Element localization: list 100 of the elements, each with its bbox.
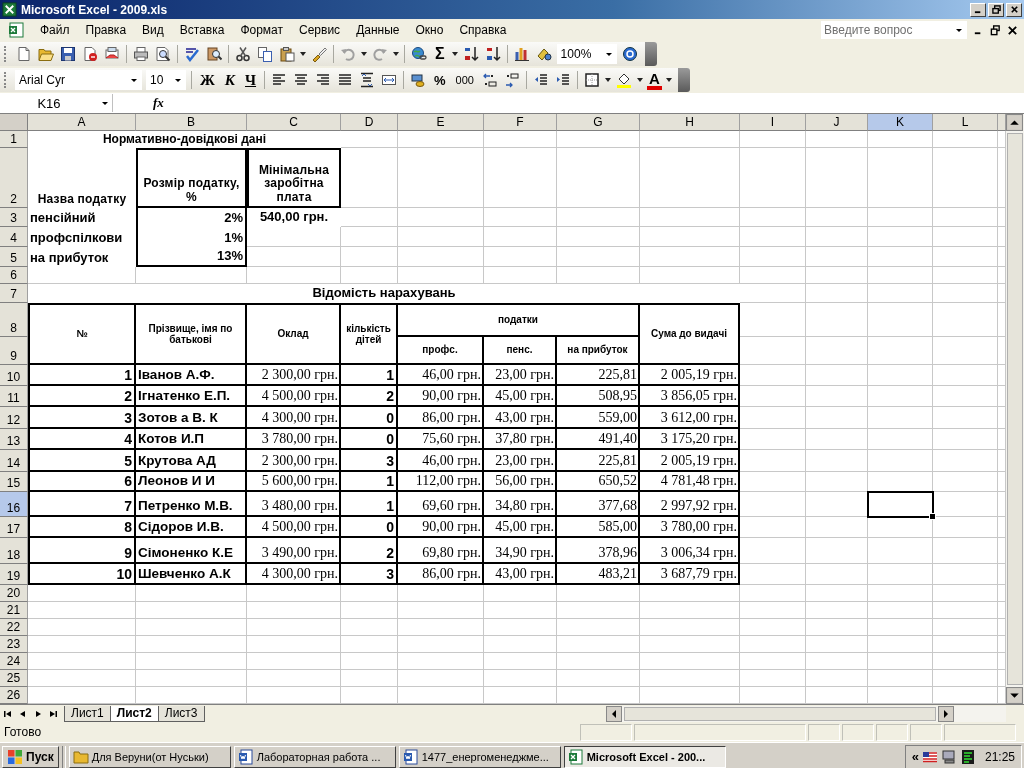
row-header[interactable]: 17 bbox=[0, 517, 28, 538]
underline-button[interactable]: Ч bbox=[240, 70, 262, 90]
italic-button[interactable]: К bbox=[219, 70, 241, 90]
grid-cell[interactable] bbox=[484, 670, 557, 687]
grid-cell[interactable] bbox=[933, 619, 998, 636]
align-center-icon[interactable] bbox=[293, 72, 310, 88]
grid-cell[interactable] bbox=[806, 636, 868, 653]
grid-cell[interactable] bbox=[640, 619, 740, 636]
row-header[interactable]: 7 bbox=[0, 284, 28, 303]
grid-cell[interactable] bbox=[806, 564, 868, 585]
grid-cell[interactable] bbox=[868, 636, 933, 653]
grid-cell[interactable] bbox=[998, 267, 1006, 284]
save-icon[interactable] bbox=[60, 46, 76, 62]
help-icon[interactable] bbox=[621, 46, 638, 62]
grid-cell[interactable] bbox=[136, 602, 247, 619]
grid-cell[interactable] bbox=[806, 407, 868, 429]
menu-item[interactable]: Формат bbox=[232, 23, 292, 37]
grid-cell[interactable] bbox=[740, 131, 806, 148]
grid-cell[interactable] bbox=[998, 208, 1006, 227]
undo-icon[interactable] bbox=[340, 46, 356, 62]
grid-cell[interactable] bbox=[341, 148, 398, 208]
grid-cell[interactable] bbox=[341, 208, 398, 227]
grid-cell[interactable] bbox=[136, 619, 247, 636]
sheet-tab[interactable]: Лист1 bbox=[64, 705, 111, 722]
grid-cell[interactable] bbox=[341, 670, 398, 687]
sheet-tab[interactable]: Лист2 bbox=[109, 705, 159, 722]
grid-cell[interactable] bbox=[933, 687, 998, 704]
grid-cell[interactable] bbox=[740, 247, 806, 267]
decrease-indent-icon[interactable] bbox=[532, 72, 549, 88]
grid-cell[interactable] bbox=[398, 670, 484, 687]
grid-cell[interactable] bbox=[557, 267, 640, 284]
grid-cell[interactable] bbox=[806, 148, 868, 208]
grid-cell[interactable] bbox=[933, 450, 998, 472]
grid-cell[interactable] bbox=[868, 602, 933, 619]
bold-button[interactable]: Ж bbox=[195, 70, 220, 90]
grid-cell[interactable] bbox=[398, 131, 484, 148]
grid-cell[interactable] bbox=[398, 148, 484, 208]
grid-cell[interactable] bbox=[740, 429, 806, 450]
grid-cell[interactable] bbox=[398, 653, 484, 670]
grid-cell[interactable] bbox=[341, 247, 398, 267]
grid-cell[interactable] bbox=[933, 492, 998, 517]
grid-cell[interactable] bbox=[806, 538, 868, 564]
justify-icon[interactable] bbox=[337, 72, 354, 88]
grid-cell[interactable] bbox=[998, 131, 1006, 148]
grid-cell[interactable] bbox=[740, 472, 806, 492]
grid-cell[interactable] bbox=[933, 227, 998, 247]
align-right-icon[interactable] bbox=[315, 72, 332, 88]
grid-cell[interactable] bbox=[557, 227, 640, 247]
grid-cell[interactable] bbox=[136, 636, 247, 653]
printer-icon[interactable] bbox=[133, 46, 149, 62]
grid-cell[interactable] bbox=[998, 492, 1006, 517]
currency-icon[interactable] bbox=[410, 72, 427, 88]
grid-cell[interactable] bbox=[640, 131, 740, 148]
computer-icon[interactable] bbox=[940, 748, 957, 765]
grid-cell[interactable] bbox=[933, 602, 998, 619]
grid-cell[interactable] bbox=[557, 602, 640, 619]
grid-cell[interactable] bbox=[806, 429, 868, 450]
grid-cell[interactable] bbox=[806, 337, 868, 365]
scroll-up-icon[interactable] bbox=[1006, 114, 1023, 131]
grid-cell[interactable] bbox=[868, 365, 933, 386]
minimize-button[interactable] bbox=[970, 2, 986, 17]
row-header[interactable]: 26 bbox=[0, 687, 28, 704]
grid-cell[interactable] bbox=[557, 670, 640, 687]
row-header[interactable]: 18 bbox=[0, 538, 28, 564]
scroll-down-icon[interactable] bbox=[1006, 687, 1023, 704]
grid-cell[interactable] bbox=[933, 636, 998, 653]
grid-cell[interactable] bbox=[247, 653, 341, 670]
grid-cell[interactable] bbox=[998, 619, 1006, 636]
grid-cell[interactable] bbox=[868, 687, 933, 704]
sort-descending-icon[interactable] bbox=[484, 46, 501, 62]
grid-cell[interactable] bbox=[806, 472, 868, 492]
grid-cell[interactable] bbox=[640, 247, 740, 267]
row-header[interactable]: 12 bbox=[0, 407, 28, 429]
row-header[interactable]: 1 bbox=[0, 131, 28, 148]
grid-cell[interactable] bbox=[484, 687, 557, 704]
grid-cell[interactable] bbox=[998, 670, 1006, 687]
grid-cell[interactable] bbox=[740, 208, 806, 227]
grid-cell[interactable] bbox=[998, 687, 1006, 704]
grid-cell[interactable] bbox=[740, 303, 806, 337]
grid-cell[interactable] bbox=[398, 208, 484, 227]
grid-cell[interactable] bbox=[640, 670, 740, 687]
grid-cell[interactable] bbox=[740, 670, 806, 687]
grid-cell[interactable] bbox=[247, 267, 341, 284]
grid-cell[interactable] bbox=[806, 284, 868, 303]
grid-cell[interactable] bbox=[484, 267, 557, 284]
caret-icon[interactable] bbox=[604, 78, 611, 82]
start-button[interactable]: Пуск bbox=[2, 745, 59, 768]
grid-cell[interactable] bbox=[740, 148, 806, 208]
format-painter-icon[interactable] bbox=[311, 46, 327, 62]
grid-cell[interactable] bbox=[247, 227, 341, 247]
workbook-icon[interactable] bbox=[8, 22, 24, 38]
menu-item[interactable]: Сервис bbox=[291, 23, 349, 37]
column-header[interactable]: L bbox=[933, 114, 998, 131]
grid-cell[interactable] bbox=[998, 517, 1006, 538]
grid-cell[interactable] bbox=[557, 247, 640, 267]
grid-cell[interactable] bbox=[398, 227, 484, 247]
help-search-field[interactable]: Введите вопрос bbox=[821, 21, 967, 39]
grid-cell[interactable] bbox=[998, 429, 1006, 450]
grid-cell[interactable] bbox=[341, 227, 398, 247]
column-header[interactable]: A bbox=[28, 114, 136, 131]
